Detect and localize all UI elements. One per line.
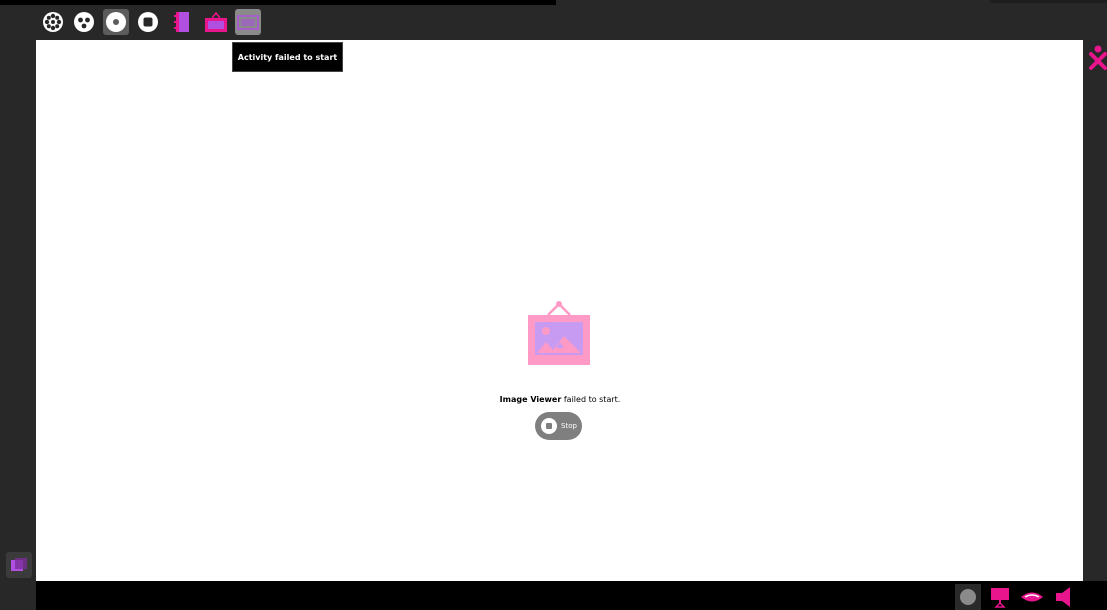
journal-icon[interactable] — [169, 9, 195, 35]
top-frame — [0, 0, 1107, 40]
failed-activity-icon[interactable] — [235, 9, 261, 35]
tooltip-text: Activity failed to start — [237, 52, 338, 62]
stop-icon — [541, 418, 557, 434]
group-icon[interactable] — [71, 9, 97, 35]
error-message: Image Viewer failed to start. — [440, 395, 680, 404]
network-icon[interactable] — [955, 584, 981, 610]
stop-button[interactable]: Stop — [535, 412, 582, 440]
top-frame-line-right — [990, 0, 1107, 3]
image-viewer-large-icon — [526, 300, 592, 366]
stop-button-label: Stop — [561, 422, 577, 430]
error-message-suffix: failed to start. — [561, 395, 621, 404]
tooltip: Activity failed to start — [232, 42, 343, 72]
activity-name: Image Viewer — [499, 395, 562, 404]
speech-icon[interactable] — [1019, 584, 1045, 610]
volume-icon[interactable] — [1051, 584, 1077, 610]
display-icon[interactable] — [987, 584, 1013, 610]
activity-icon[interactable] — [135, 9, 161, 35]
buddy-icon[interactable] — [1088, 44, 1107, 72]
neighborhood-icon[interactable] — [40, 9, 66, 35]
clipboard-icon[interactable] — [6, 552, 32, 578]
image-viewer-icon[interactable] — [203, 9, 229, 35]
bottom-frame — [36, 581, 1107, 610]
home-icon[interactable] — [103, 9, 129, 35]
top-frame-line — [0, 0, 556, 5]
